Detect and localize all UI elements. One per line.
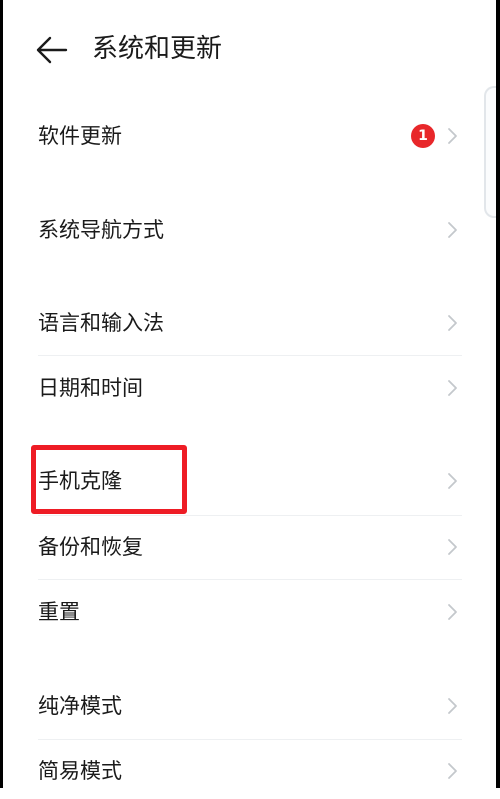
chevron-right-icon <box>448 315 457 331</box>
chevron-right-icon <box>448 604 457 620</box>
settings-item-label: 软件更新 <box>38 124 122 148</box>
row-divider <box>38 739 462 740</box>
settings-item-label: 重置 <box>38 600 80 624</box>
chevron-right-icon <box>448 698 457 714</box>
row-divider <box>38 515 462 516</box>
app-header: 系统和更新 <box>0 0 500 100</box>
settings-item-phone-clone[interactable]: 手机克隆 <box>0 453 500 509</box>
settings-item-label: 日期和时间 <box>38 376 143 400</box>
back-arrow-icon <box>36 36 68 64</box>
chevron-right-icon <box>448 380 457 396</box>
update-count-badge: 1 <box>411 124 435 148</box>
row-divider <box>38 579 462 580</box>
settings-item-pure-mode[interactable]: 纯净模式 <box>0 678 500 734</box>
settings-item-label: 语言和输入法 <box>38 311 164 335</box>
settings-item-label: 简易模式 <box>38 759 122 783</box>
row-divider <box>38 355 462 356</box>
settings-item-software-update[interactable]: 软件更新 1 <box>0 108 500 164</box>
settings-item-label: 备份和恢复 <box>38 535 143 559</box>
chevron-right-icon <box>448 222 457 238</box>
settings-item-backup-restore[interactable]: 备份和恢复 <box>0 519 500 575</box>
back-button[interactable] <box>34 32 74 68</box>
settings-item-language-input[interactable]: 语言和输入法 <box>0 295 500 351</box>
chevron-right-icon <box>448 473 457 489</box>
settings-item-simple-mode[interactable]: 简易模式 <box>0 743 500 799</box>
chevron-right-icon <box>448 128 457 144</box>
chevron-right-icon <box>448 763 457 779</box>
chevron-right-icon <box>448 539 457 555</box>
settings-item-label: 手机克隆 <box>38 469 122 493</box>
page-title: 系统和更新 <box>92 34 223 64</box>
settings-item-system-navigation[interactable]: 系统导航方式 <box>0 202 500 258</box>
settings-item-reset[interactable]: 重置 <box>0 584 500 640</box>
settings-item-label: 纯净模式 <box>38 694 122 718</box>
settings-item-label: 系统导航方式 <box>38 218 164 242</box>
settings-item-date-time[interactable]: 日期和时间 <box>0 360 500 416</box>
